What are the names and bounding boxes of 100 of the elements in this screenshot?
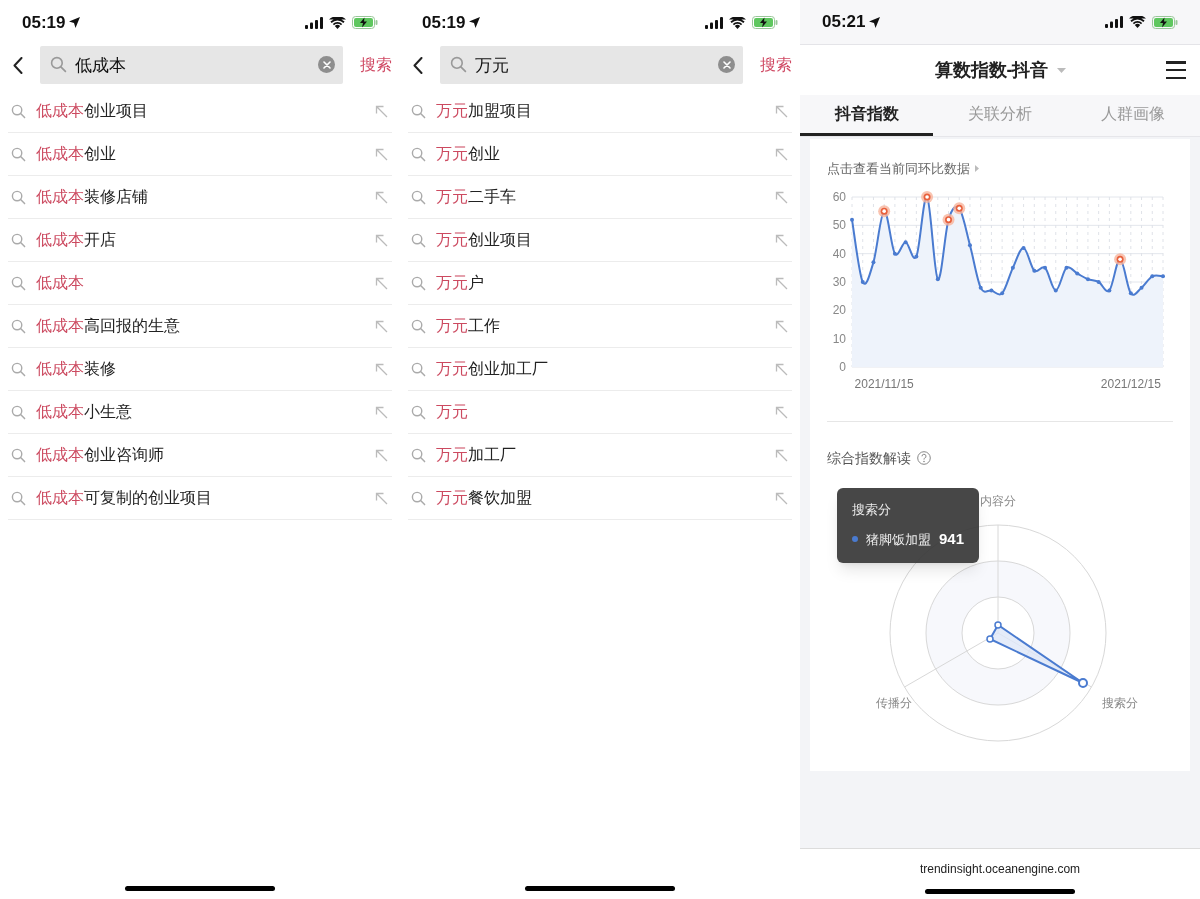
search-field[interactable]: 低成本 bbox=[40, 46, 343, 84]
suggestion-text: 万元 bbox=[436, 402, 468, 422]
y-axis-label: 0 bbox=[839, 359, 846, 374]
fill-in-arrow-icon[interactable] bbox=[375, 448, 388, 462]
search-icon bbox=[411, 447, 426, 463]
search-icon bbox=[11, 275, 26, 291]
suggestion-item[interactable]: 万元加盟项目 bbox=[408, 90, 792, 133]
signal-icon bbox=[305, 16, 323, 29]
fill-in-arrow-icon[interactable] bbox=[375, 104, 388, 118]
search-icon bbox=[411, 146, 426, 162]
y-axis-label: 40 bbox=[832, 246, 846, 261]
fill-in-arrow-icon[interactable] bbox=[375, 405, 388, 419]
caret-down-icon[interactable] bbox=[1056, 67, 1066, 73]
suggestion-item[interactable]: 低成本装修 bbox=[8, 348, 392, 391]
search-field[interactable]: 万元 bbox=[440, 46, 743, 84]
suggestion-item[interactable]: 万元餐饮加盟 bbox=[408, 477, 792, 520]
status-time: 05:19 bbox=[422, 11, 466, 34]
suggestion-item[interactable]: 低成本 bbox=[8, 262, 392, 305]
chart-link[interactable]: 点击查看当前同环比数据 bbox=[827, 159, 970, 179]
suggestion-item[interactable]: 万元创业项目 bbox=[408, 219, 792, 262]
tab[interactable]: 抖音指数 bbox=[800, 95, 934, 136]
suggestion-text: 低成本开店 bbox=[36, 230, 116, 250]
suggestion-item[interactable]: 万元工作 bbox=[408, 305, 792, 348]
fill-in-arrow-icon[interactable] bbox=[375, 276, 388, 290]
chevron-left-icon bbox=[13, 56, 23, 74]
suggestion-item[interactable]: 万元户 bbox=[408, 262, 792, 305]
fill-in-arrow-icon[interactable] bbox=[775, 362, 788, 376]
y-axis-label: 10 bbox=[832, 331, 846, 346]
suggestion-item[interactable]: 万元加工厂 bbox=[408, 434, 792, 477]
search-icon bbox=[11, 361, 26, 377]
fill-in-arrow-icon[interactable] bbox=[775, 147, 788, 161]
status-time: 05:19 bbox=[22, 11, 66, 34]
signal-icon bbox=[705, 16, 723, 29]
search-icon bbox=[411, 361, 426, 377]
section-title: 综合指数解读 bbox=[827, 448, 911, 468]
suggestion-text: 低成本小生意 bbox=[36, 402, 132, 422]
suggestion-text: 低成本可复制的创业项目 bbox=[36, 488, 212, 508]
fill-in-arrow-icon[interactable] bbox=[775, 190, 788, 204]
suggestion-item[interactable]: 万元二手车 bbox=[408, 176, 792, 219]
x-axis-label: 2021/12/15 bbox=[1100, 376, 1161, 391]
search-icon bbox=[50, 56, 67, 73]
suggestion-item[interactable]: 低成本开店 bbox=[8, 219, 392, 262]
suggestion-text: 低成本创业咨询师 bbox=[36, 445, 164, 465]
suggestion-text: 低成本 bbox=[36, 273, 84, 293]
suggestion-text: 万元创业 bbox=[436, 144, 500, 164]
battery-charging-icon bbox=[752, 16, 778, 29]
search-icon bbox=[11, 490, 26, 506]
search-icon bbox=[411, 189, 426, 205]
suggestion-item[interactable]: 万元 bbox=[408, 391, 792, 434]
signal-icon bbox=[1105, 16, 1123, 28]
search-icon bbox=[11, 447, 26, 463]
search-icon bbox=[11, 232, 26, 248]
suggestion-item[interactable]: 低成本创业 bbox=[8, 133, 392, 176]
suggestion-text: 低成本高回报的生意 bbox=[36, 316, 180, 336]
search-icon bbox=[11, 404, 26, 420]
suggestion-item[interactable]: 低成本可复制的创业项目 bbox=[8, 477, 392, 520]
tooltip-series: 猪脚饭加盟 bbox=[865, 530, 931, 549]
suggestion-text: 万元二手车 bbox=[436, 187, 516, 207]
chevron-left-icon bbox=[413, 56, 423, 74]
fill-in-arrow-icon[interactable] bbox=[775, 104, 788, 118]
fill-in-arrow-icon[interactable] bbox=[375, 233, 388, 247]
search-button[interactable]: 搜索 bbox=[360, 53, 392, 77]
fill-in-arrow-icon[interactable] bbox=[775, 319, 788, 333]
url-text: trendinsight.oceanengine.com bbox=[919, 861, 1081, 878]
fill-in-arrow-icon[interactable] bbox=[375, 491, 388, 505]
suggestion-item[interactable]: 低成本装修店铺 bbox=[8, 176, 392, 219]
suggestion-item[interactable]: 低成本创业项目 bbox=[8, 90, 392, 133]
fill-in-arrow-icon[interactable] bbox=[375, 147, 388, 161]
search-icon bbox=[411, 232, 426, 248]
fill-in-arrow-icon[interactable] bbox=[375, 190, 388, 204]
search-icon bbox=[11, 103, 26, 119]
suggestion-item[interactable]: 低成本创业咨询师 bbox=[8, 434, 392, 477]
fill-in-arrow-icon[interactable] bbox=[775, 405, 788, 419]
wifi-icon bbox=[1129, 16, 1146, 28]
help-icon[interactable] bbox=[917, 451, 931, 465]
battery-charging-icon bbox=[352, 16, 378, 29]
suggestion-text: 万元加工厂 bbox=[436, 445, 516, 465]
fill-in-arrow-icon[interactable] bbox=[775, 276, 788, 290]
suggestion-item[interactable]: 低成本高回报的生意 bbox=[8, 305, 392, 348]
battery-charging-icon bbox=[1152, 15, 1178, 29]
search-icon bbox=[411, 404, 426, 420]
suggestion-item[interactable]: 万元创业 bbox=[408, 133, 792, 176]
fill-in-arrow-icon[interactable] bbox=[375, 319, 388, 333]
suggestion-text: 万元创业项目 bbox=[436, 230, 532, 250]
suggestion-item[interactable]: 万元创业加工厂 bbox=[408, 348, 792, 391]
suggestion-text: 万元加盟项目 bbox=[436, 101, 532, 121]
fill-in-arrow-icon[interactable] bbox=[775, 491, 788, 505]
suggestion-text: 万元户 bbox=[436, 273, 484, 293]
fill-in-arrow-icon[interactable] bbox=[375, 362, 388, 376]
suggestion-text: 万元工作 bbox=[436, 316, 500, 336]
suggestion-item[interactable]: 低成本小生意 bbox=[8, 391, 392, 434]
fill-in-arrow-icon[interactable] bbox=[775, 233, 788, 247]
radar-axis-label: 内容分 bbox=[980, 493, 1016, 508]
y-axis-label: 30 bbox=[832, 274, 846, 289]
fill-in-arrow-icon[interactable] bbox=[775, 448, 788, 462]
search-icon bbox=[411, 103, 426, 119]
tooltip-value: 941 bbox=[938, 529, 964, 549]
menu-icon[interactable] bbox=[1166, 61, 1186, 79]
search-button[interactable]: 搜索 bbox=[760, 53, 792, 77]
suggestion-text: 低成本装修店铺 bbox=[36, 187, 148, 207]
